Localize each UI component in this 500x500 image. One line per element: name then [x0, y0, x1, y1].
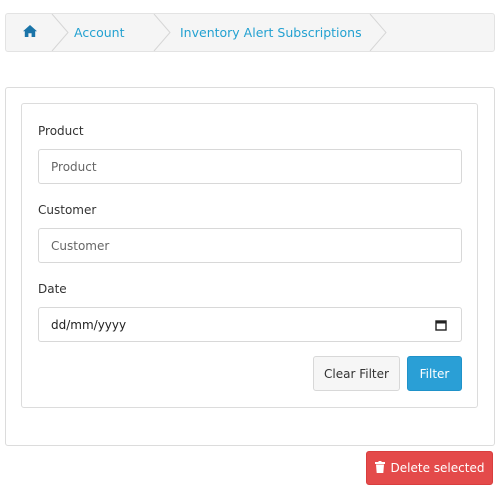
breadcrumb-inventory-alerts-label[interactable]: Inventory Alert Subscriptions	[180, 25, 362, 40]
clear-filter-button[interactable]: Clear Filter	[313, 356, 400, 391]
breadcrumb-account[interactable]: Account	[70, 14, 152, 51]
product-placeholder: Product	[51, 159, 97, 174]
filter-button[interactable]: Filter	[407, 356, 462, 391]
customer-label: Customer	[38, 203, 97, 217]
customer-input[interactable]: Customer	[38, 228, 462, 263]
breadcrumb-separator	[50, 14, 70, 51]
product-label: Product	[38, 124, 84, 138]
breadcrumb-separator	[152, 14, 172, 51]
breadcrumb-inventory-alerts[interactable]: Inventory Alert Subscriptions	[172, 14, 362, 51]
date-label: Date	[38, 282, 67, 296]
delete-selected-label: Delete selected	[390, 461, 485, 475]
customer-placeholder: Customer	[51, 238, 110, 253]
breadcrumb-account-label[interactable]: Account	[74, 25, 124, 40]
breadcrumb: Account Inventory Alert Subscriptions	[5, 13, 495, 52]
breadcrumb-home[interactable]	[6, 14, 54, 51]
filter-panel: Product Product Customer Customer Date d…	[5, 87, 495, 446]
date-placeholder: dd/mm/yyyy	[51, 317, 127, 332]
home-icon	[22, 24, 38, 41]
date-input[interactable]: dd/mm/yyyy	[38, 307, 462, 342]
product-input[interactable]: Product	[38, 149, 462, 184]
trash-icon	[374, 460, 385, 476]
calendar-icon[interactable]	[435, 319, 447, 334]
breadcrumb-separator	[368, 14, 388, 51]
delete-selected-button[interactable]: Delete selected	[366, 451, 493, 485]
filter-form: Product Product Customer Customer Date d…	[21, 103, 478, 408]
